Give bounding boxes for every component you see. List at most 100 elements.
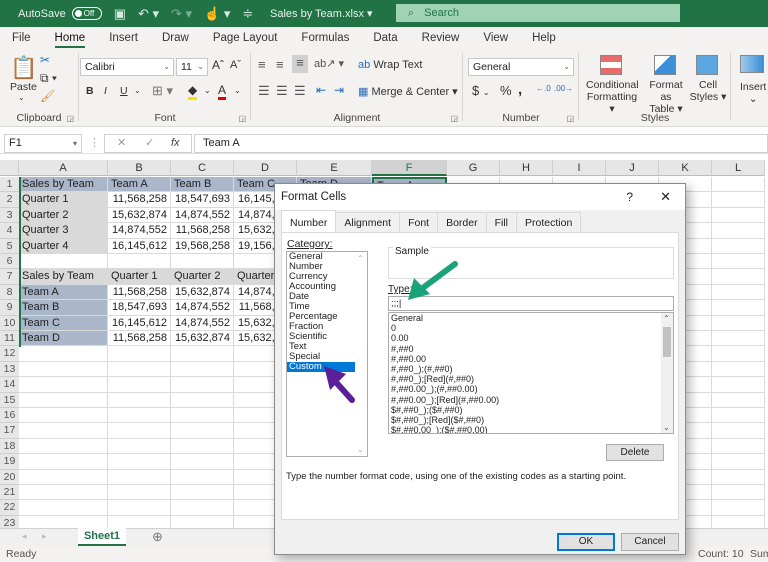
column-header-d[interactable]: D [234,160,297,176]
format-code-item[interactable]: #,##0_);(#,##0) [389,364,673,374]
cell-l10[interactable] [712,315,765,331]
paste-dropdown[interactable]: ⌄ [18,93,25,102]
search-box[interactable]: ⌕ Search [396,4,680,22]
cell-a23[interactable] [19,515,108,528]
undo-icon[interactable]: ↶ ▾ [138,6,159,22]
menu-review[interactable]: Review [410,27,472,49]
cell-c20[interactable] [171,469,234,485]
cell-c13[interactable] [171,361,234,378]
cell-l5[interactable] [712,238,765,254]
menu-formulas[interactable]: Formulas [289,27,361,49]
cell-b23[interactable] [108,515,171,528]
cell-l8[interactable] [712,284,765,301]
row-header[interactable]: 16 [0,408,19,424]
cell-b11[interactable]: 11,568,258 [108,331,171,347]
orientation-icon[interactable]: ab↗ ▾ [314,57,344,70]
row-header[interactable]: 15 [0,392,19,408]
cell-l3[interactable] [712,207,765,224]
fill-color-dropdown[interactable]: ⌄ [204,86,211,95]
row-header[interactable]: 20 [0,469,19,485]
increase-decimal-icon[interactable]: ←.0 [536,84,551,93]
row-header[interactable]: 10 [0,315,19,331]
top-align-icon[interactable]: ≡ [258,57,266,72]
cell-b22[interactable] [108,500,171,516]
add-sheet-icon[interactable]: ⊕ [152,529,163,545]
cell-b2[interactable]: 11,568,258 [108,192,171,208]
bold-button[interactable]: B [86,85,94,97]
cell-a1[interactable]: Sales by Team [19,177,108,193]
cell-c15[interactable] [171,392,234,408]
cell-l6[interactable] [712,254,765,270]
cell-l13[interactable] [712,361,765,378]
decrease-indent-icon[interactable]: ⇤ [316,83,326,97]
menu-view[interactable]: View [471,27,520,49]
cell-c3[interactable]: 14,874,552 [171,207,234,224]
comma-button[interactable]: , [518,81,522,98]
cell-a6[interactable] [19,254,108,270]
cell-b4[interactable]: 14,874,552 [108,223,171,239]
menu-insert[interactable]: Insert [97,27,150,49]
category-list[interactable]: General Number Currency Accounting Date Time P… [286,251,368,457]
cell-a4[interactable]: Quarter 3 [19,223,108,239]
column-header-b[interactable]: B [108,160,171,176]
cell-a13[interactable] [19,361,108,378]
font-size-dropdown[interactable]: 11 ⌄ [176,58,208,76]
cell-c1[interactable]: Team B [171,177,234,193]
borders-icon[interactable]: ⊞ ▾ [152,83,173,99]
cell-a9[interactable]: Team B [19,300,108,316]
customize-toolbar-icon[interactable]: ≑ [242,6,253,22]
menu-home[interactable]: Home [43,27,98,49]
row-header[interactable]: 9 [0,300,19,316]
cell-a2[interactable]: Quarter 1 [19,192,108,208]
cell-b6[interactable] [108,254,171,270]
row-header[interactable]: 8 [0,284,19,301]
tab-number[interactable]: Number [281,210,337,232]
cut-icon[interactable]: ✂ [40,53,50,67]
row-header[interactable]: 11 [0,331,19,347]
cell-l17[interactable] [712,423,765,439]
cell-b16[interactable] [108,408,171,424]
font-name-dropdown[interactable]: Calibri ⌄ [80,58,174,76]
row-header[interactable]: 5 [0,238,19,254]
percent-button[interactable]: % [500,83,512,98]
row-header[interactable]: 14 [0,377,19,393]
menu-file[interactable]: File [0,27,43,49]
cell-c22[interactable] [171,500,234,516]
column-header-g[interactable]: G [447,160,500,176]
name-box[interactable]: F1 ▾ [4,134,82,153]
column-header-k[interactable]: K [659,160,712,176]
cell-a21[interactable] [19,485,108,501]
format-code-item[interactable]: #,##0.00_);(#,##0.00) [389,384,673,394]
prev-sheet-icon[interactable]: ◂ [22,531,27,542]
column-header-h[interactable]: H [500,160,553,176]
category-scrollbar[interactable]: ⌃ ⌄ [355,252,367,456]
row-header[interactable]: 3 [0,207,19,224]
column-header-f[interactable]: F [372,160,447,176]
row-header[interactable]: 13 [0,361,19,378]
wrap-text-button[interactable]: ab Wrap Text [358,59,422,71]
font-color-icon[interactable]: A [218,83,227,100]
row-header[interactable]: 17 [0,423,19,439]
cell-l15[interactable] [712,392,765,408]
cell-b5[interactable]: 16,145,612 [108,238,171,254]
save-icon[interactable]: ▣ [114,6,126,22]
cell-c18[interactable] [171,438,234,455]
cell-b12[interactable] [108,346,171,362]
row-header[interactable]: 19 [0,454,19,470]
align-left-icon[interactable]: ☰ [258,83,270,99]
cell-c17[interactable] [171,423,234,439]
menu-page-layout[interactable]: Page Layout [201,27,290,49]
column-header-c[interactable]: C [171,160,234,176]
format-as-table-button[interactable]: Format as Table ▾ [644,79,688,115]
tab-protection[interactable]: Protection [516,212,582,232]
conditional-formatting-icon[interactable] [600,55,622,75]
number-launcher[interactable]: ◲ [566,114,574,123]
column-header-l[interactable]: L [712,160,765,176]
alignment-launcher[interactable]: ◲ [450,114,458,123]
cancel-button[interactable]: Cancel [621,533,679,551]
cell-l20[interactable] [712,469,765,485]
underline-button[interactable]: U [120,85,128,97]
autosave-toggle[interactable]: Off [71,7,102,20]
delete-button[interactable]: Delete [606,444,664,461]
row-header[interactable]: 22 [0,500,19,516]
